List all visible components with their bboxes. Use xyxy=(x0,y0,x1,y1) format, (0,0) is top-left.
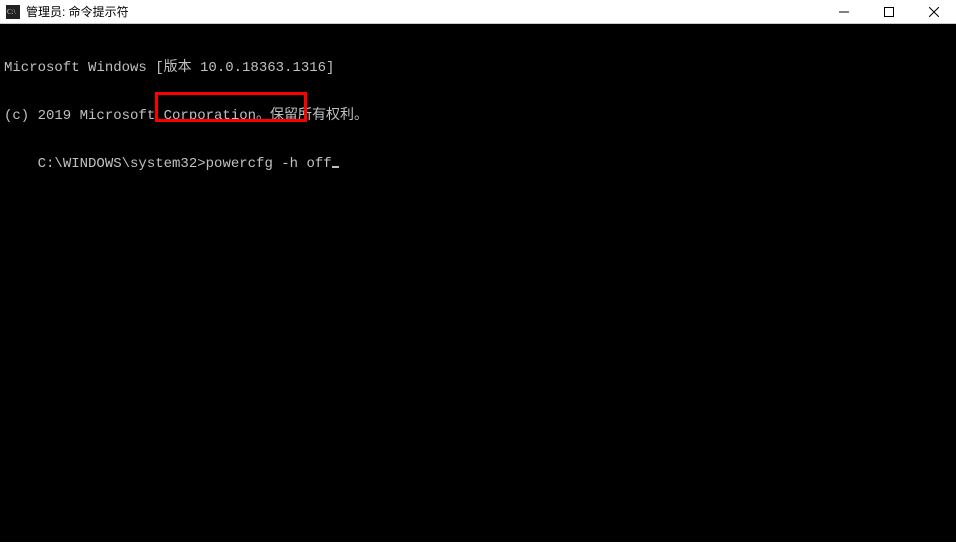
close-button[interactable] xyxy=(911,0,956,24)
bottom-strip xyxy=(0,542,956,551)
copyright-line: (c) 2019 Microsoft Corporation。保留所有权利。 xyxy=(4,108,952,124)
command-text: powercfg -h off xyxy=(206,156,332,172)
cmd-icon: C:\ xyxy=(6,5,20,19)
minimize-button[interactable] xyxy=(821,0,866,24)
version-line: Microsoft Windows [版本 10.0.18363.1316] xyxy=(4,60,952,76)
svg-text:C:\: C:\ xyxy=(7,8,16,16)
prompt-line: C:\WINDOWS\system32>powercfg -h off xyxy=(38,156,339,172)
maximize-button[interactable] xyxy=(866,0,911,24)
prompt-text: C:\WINDOWS\system32> xyxy=(38,156,206,172)
window-controls xyxy=(821,0,956,23)
titlebar[interactable]: C:\ 管理员: 命令提示符 xyxy=(0,0,956,24)
terminal-area[interactable]: Microsoft Windows [版本 10.0.18363.1316] (… xyxy=(0,24,956,542)
window-title: 管理员: 命令提示符 xyxy=(26,3,821,20)
cmd-window: C:\ 管理员: 命令提示符 Microsoft Windows [版本 10.… xyxy=(0,0,956,551)
cursor xyxy=(332,166,339,168)
